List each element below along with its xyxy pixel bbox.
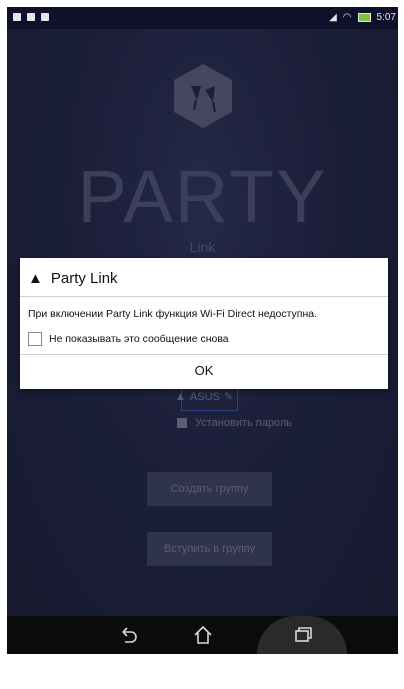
home-icon[interactable] <box>192 624 214 646</box>
dialog-divider <box>20 354 388 355</box>
notification-icon <box>41 13 49 21</box>
dialog-message: При включении Party Link функция Wi-Fi D… <box>28 308 318 320</box>
dialog-title-row: ▲ Party Link <box>28 268 118 288</box>
dont-show-again-label: Не показывать это сообщение снова <box>49 333 229 345</box>
alert-dialog: ▲ Party Link При включении Party Link фу… <box>20 258 388 389</box>
wifi-icon: ◠ <box>342 12 352 23</box>
ok-button[interactable]: OK <box>160 357 248 385</box>
back-icon[interactable] <box>117 624 139 646</box>
recent-apps-icon[interactable] <box>291 624 313 646</box>
warning-icon: ▲ <box>28 269 43 287</box>
dont-show-again-option[interactable]: Не показывать это сообщение снова <box>28 332 229 346</box>
dont-show-again-checkbox[interactable] <box>28 332 42 346</box>
notification-icon <box>13 13 21 21</box>
dialog-title: Party Link <box>50 269 118 287</box>
status-time: 5:07 <box>376 12 396 23</box>
device-screen: ◢ ◠ 5:07 PARTY Link ▲ ASUS ✎ Установить … <box>7 7 398 654</box>
dialog-divider <box>20 296 388 297</box>
status-bar: ◢ ◠ 5:07 <box>7 7 398 29</box>
signal-icon: ◢ <box>329 12 337 23</box>
battery-icon <box>357 13 371 22</box>
system-icons: ◢ ◠ 5:07 <box>329 12 396 23</box>
navigation-bar <box>7 616 398 654</box>
notification-icon <box>27 13 35 21</box>
notification-icons <box>13 13 49 21</box>
